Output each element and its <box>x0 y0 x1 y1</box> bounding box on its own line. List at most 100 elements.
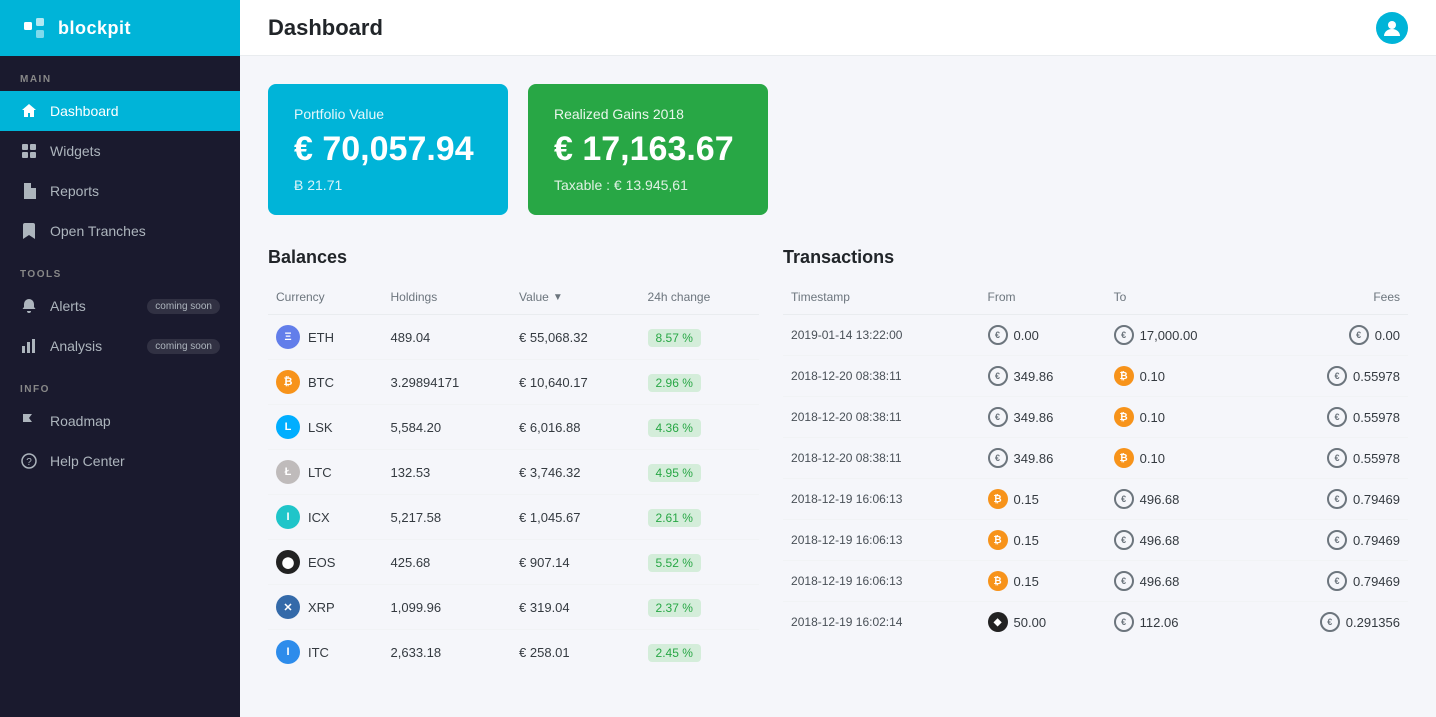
coin-symbol: EOS <box>308 555 335 570</box>
coin-icon-ltc: Ł <box>276 460 300 484</box>
portfolio-card-value: € 70,057.94 <box>294 130 482 169</box>
sidebar-section-label-tools: TOOLS <box>0 251 240 286</box>
coin-cell: ₿ BTC <box>268 360 383 405</box>
tx-fee-value: 0.79469 <box>1353 574 1400 589</box>
sidebar-item-open-tranches[interactable]: Open Tranches <box>0 211 240 251</box>
coin-value: € 55,068.32 <box>511 315 640 360</box>
user-avatar[interactable] <box>1376 12 1408 44</box>
euro-icon: € <box>988 448 1008 468</box>
coin-icon-xrp: ✕ <box>276 595 300 619</box>
sidebar-item-analysis[interactable]: Analysis coming soon <box>0 326 240 366</box>
balances-table: Currency Holdings Value ▼ 24h change <box>268 284 759 674</box>
tx-to: € 496.68 <box>1106 561 1260 602</box>
coin-cell: Ł LTC <box>268 450 383 495</box>
sidebar-item-reports[interactable]: Reports <box>0 171 240 211</box>
euro-icon: € <box>1327 366 1347 386</box>
coin-holdings: 2,633.18 <box>383 630 512 675</box>
portfolio-card-sub: Ƀ 21.71 <box>294 177 482 193</box>
tx-from-value: 349.86 <box>1014 369 1054 384</box>
coin-icon-lsk: L <box>276 415 300 439</box>
coin-symbol: XRP <box>308 600 335 615</box>
col-to: To <box>1106 284 1260 315</box>
coin-icon-icx: I <box>276 505 300 529</box>
coin-value: € 6,016.88 <box>511 405 640 450</box>
tx-fee-value: 0.55978 <box>1353 451 1400 466</box>
table-row: L LSK 5,584.20 € 6,016.88 4.36 % <box>268 405 759 450</box>
sidebar-item-alerts[interactable]: Alerts coming soon <box>0 286 240 326</box>
tx-to-value: 17,000.00 <box>1140 328 1198 343</box>
table-row: 2018-12-20 08:38:11 € 349.86 ₿ 0.10 € 0.… <box>783 438 1408 479</box>
euro-icon: € <box>1327 489 1347 509</box>
tx-from: € 349.86 <box>980 397 1106 438</box>
tx-fee-value: 0.291356 <box>1346 615 1400 630</box>
sidebar-item-dashboard[interactable]: Dashboard <box>0 91 240 131</box>
tx-timestamp: 2018-12-20 08:38:11 <box>783 356 980 397</box>
tx-from-value: 349.86 <box>1014 451 1054 466</box>
coin-change: 2.37 % <box>640 585 760 630</box>
tx-to-value: 112.06 <box>1140 615 1179 630</box>
table-row: 2019-01-14 13:22:00 € 0.00 € 17,000.00 €… <box>783 315 1408 356</box>
sidebar-item-label: Help Center <box>50 453 125 469</box>
coming-soon-badge-analysis: coming soon <box>147 339 220 354</box>
tx-from-value: 0.15 <box>1014 533 1039 548</box>
page-title: Dashboard <box>268 15 383 41</box>
coin-value: € 3,746.32 <box>511 450 640 495</box>
tx-fee-value: 0.00 <box>1375 328 1400 343</box>
table-row: ₿ BTC 3.29894171 € 10,640.17 2.96 % <box>268 360 759 405</box>
euro-icon: € <box>1327 571 1347 591</box>
coin-value: € 907.14 <box>511 540 640 585</box>
col-from: From <box>980 284 1106 315</box>
btc-icon: ₿ <box>988 489 1008 509</box>
sidebar-item-label: Analysis <box>50 338 102 354</box>
table-row: I ICX 5,217.58 € 1,045.67 2.61 % <box>268 495 759 540</box>
tx-from: ◆ 50.00 <box>980 602 1106 643</box>
sidebar-logo-text: blockpit <box>58 18 131 39</box>
sidebar-item-roadmap[interactable]: Roadmap <box>0 401 240 441</box>
tx-from: € 349.86 <box>980 438 1106 479</box>
tx-from: € 0.00 <box>980 315 1106 356</box>
tx-to: ₿ 0.10 <box>1106 356 1260 397</box>
tx-from-value: 0.15 <box>1014 574 1039 589</box>
euro-icon: € <box>1114 489 1134 509</box>
tx-to-value: 496.68 <box>1140 533 1180 548</box>
sidebar-section-label-main: MAIN <box>0 56 240 91</box>
tx-to: € 496.68 <box>1106 479 1260 520</box>
tx-from-value: 50.00 <box>1014 615 1047 630</box>
coin-symbol: ITC <box>308 645 329 660</box>
file-icon <box>20 182 38 200</box>
tx-from-value: 0.00 <box>1014 328 1039 343</box>
tx-fee: € 0.55978 <box>1260 438 1408 479</box>
main-content: Dashboard Portfolio Value € 70,057.94 Ƀ … <box>240 0 1436 717</box>
coin-holdings: 1,099.96 <box>383 585 512 630</box>
svg-text:?: ? <box>26 457 32 468</box>
tx-timestamp: 2019-01-14 13:22:00 <box>783 315 980 356</box>
btc-icon: ₿ <box>1114 448 1134 468</box>
sidebar-item-help-center[interactable]: ? Help Center <box>0 441 240 481</box>
coin-change: 4.36 % <box>640 405 760 450</box>
tx-fee: € 0.55978 <box>1260 356 1408 397</box>
coin-symbol: ETH <box>308 330 334 345</box>
coin-cell: L LSK <box>268 405 383 450</box>
coin-holdings: 5,217.58 <box>383 495 512 540</box>
coin-cell: I ITC <box>268 630 383 675</box>
euro-icon: € <box>988 407 1008 427</box>
transactions-section: Transactions Timestamp From To Fees 2019… <box>783 247 1408 674</box>
coin-change: 4.95 % <box>640 450 760 495</box>
euro-icon: € <box>1114 325 1134 345</box>
coin-holdings: 489.04 <box>383 315 512 360</box>
tx-from: ₿ 0.15 <box>980 520 1106 561</box>
table-row: 2018-12-19 16:06:13 ₿ 0.15 € 496.68 € 0.… <box>783 520 1408 561</box>
coin-icon-itc: I <box>276 640 300 664</box>
col-value[interactable]: Value ▼ <box>511 284 640 315</box>
euro-icon: € <box>1320 612 1340 632</box>
coin-change: 2.96 % <box>640 360 760 405</box>
table-row: 2018-12-19 16:06:13 ₿ 0.15 € 496.68 € 0.… <box>783 479 1408 520</box>
tx-to-value: 496.68 <box>1140 574 1180 589</box>
sidebar-item-widgets[interactable]: Widgets <box>0 131 240 171</box>
coin-cell: ⬤ EOS <box>268 540 383 585</box>
col-currency: Currency <box>268 284 383 315</box>
coin-holdings: 132.53 <box>383 450 512 495</box>
coin-value: € 319.04 <box>511 585 640 630</box>
tx-to: € 496.68 <box>1106 520 1260 561</box>
sidebar: blockpit MAIN Dashboard Widgets Reports <box>0 0 240 717</box>
